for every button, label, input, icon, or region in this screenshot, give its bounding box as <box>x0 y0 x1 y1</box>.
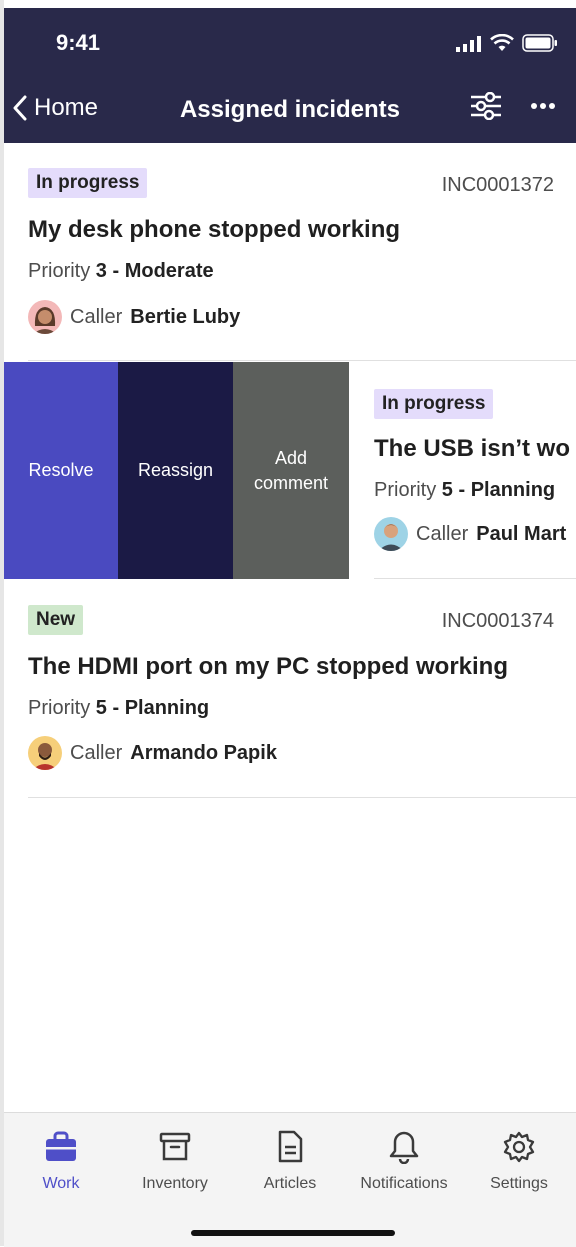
tab-articles[interactable]: Articles <box>233 1129 347 1193</box>
caller-name: Bertie Luby <box>130 305 241 328</box>
divider <box>28 360 576 361</box>
tab-settings[interactable]: Settings <box>462 1129 576 1193</box>
caller-avatar <box>28 736 62 770</box>
incident-priority: Priority 5 - Planning <box>374 479 555 502</box>
caller-label: Caller <box>416 522 469 545</box>
tab-label: Notifications <box>360 1175 448 1192</box>
gear-icon <box>503 1131 535 1163</box>
tab-work[interactable]: Work <box>4 1129 118 1193</box>
reassign-button[interactable]: Reassign <box>118 362 233 579</box>
status-time: 9:41 <box>56 30 101 55</box>
add-comment-label: Add comment <box>253 447 329 493</box>
tab-label: Articles <box>263 1175 317 1192</box>
tab-label: Settings <box>490 1175 548 1192</box>
archive-box-icon <box>159 1132 191 1161</box>
wifi-icon <box>490 34 514 51</box>
tab-label: Inventory <box>142 1175 208 1192</box>
caller-label: Caller <box>70 305 123 328</box>
tab-inventory[interactable]: Inventory <box>118 1129 232 1193</box>
caller-name: Armando Papik <box>130 741 277 764</box>
divider <box>374 578 576 579</box>
incident-number: INC0001374 <box>441 610 554 632</box>
more-options-icon[interactable] <box>530 102 556 110</box>
top-header: 9:41 Home Assigned incidents <box>4 8 576 143</box>
incident-caller: Caller Bertie Luby <box>28 300 240 334</box>
status-badge: In progress <box>374 389 494 419</box>
device-frame-edge <box>0 0 4 1246</box>
priority-value: 5 - Planning <box>95 697 210 719</box>
incident-caller: Caller Paul Mart <box>374 517 566 551</box>
filter-sliders-icon[interactable] <box>470 92 502 120</box>
add-comment-button[interactable]: Add comment <box>233 362 349 579</box>
navigation-bar: Home Assigned incidents <box>4 78 576 143</box>
incident-priority: Priority 5 - Planning <box>28 697 209 720</box>
incident-title: My desk phone stopped working <box>28 216 401 243</box>
incident-title: The USB isn’t wo <box>374 435 571 462</box>
tab-label: Work <box>42 1175 80 1192</box>
incident-priority: Priority 3 - Moderate <box>28 260 214 283</box>
resolve-label: Resolve <box>28 460 94 480</box>
status-badge: In progress <box>28 168 148 198</box>
bell-icon <box>389 1131 419 1164</box>
incident-card-2[interactable]: In progress The USB isn’t wo Priority 5 … <box>349 362 576 580</box>
briefcase-icon <box>46 1131 76 1161</box>
battery-icon <box>522 34 557 52</box>
priority-label: Priority <box>28 260 91 282</box>
divider <box>28 797 576 798</box>
home-indicator <box>191 1230 395 1236</box>
reassign-label: Reassign <box>137 460 214 480</box>
incident-card-3[interactable]: New INC0001374 The HDMI port on my PC st… <box>28 580 576 798</box>
nav-actions <box>470 92 556 120</box>
system-icons <box>456 34 558 52</box>
bottom-tab-bar: Work Inventory Articles Notifications Se… <box>4 1112 576 1247</box>
status-badge: New <box>28 605 84 635</box>
status-bar: 9:41 <box>4 8 576 78</box>
incident-caller: Caller Armando Papik <box>28 736 277 770</box>
document-icon <box>278 1130 303 1163</box>
priority-value: 5 - Planning <box>441 479 556 501</box>
incident-number: INC0001372 <box>441 174 554 196</box>
caller-avatar <box>28 300 62 334</box>
tab-notifications[interactable]: Notifications <box>347 1129 461 1193</box>
caller-label: Caller <box>70 741 123 764</box>
cellular-signal-icon <box>456 36 481 52</box>
incident-title: The HDMI port on my PC stopped working <box>28 653 508 680</box>
priority-label: Priority <box>374 479 437 501</box>
incident-card-1[interactable]: In progress INC0001372 My desk phone sto… <box>28 143 576 362</box>
resolve-button[interactable]: Resolve <box>4 362 118 579</box>
caller-avatar <box>374 517 408 551</box>
priority-label: Priority <box>28 697 91 719</box>
caller-name: Paul Mart <box>476 522 567 545</box>
priority-value: 3 - Moderate <box>95 260 214 282</box>
